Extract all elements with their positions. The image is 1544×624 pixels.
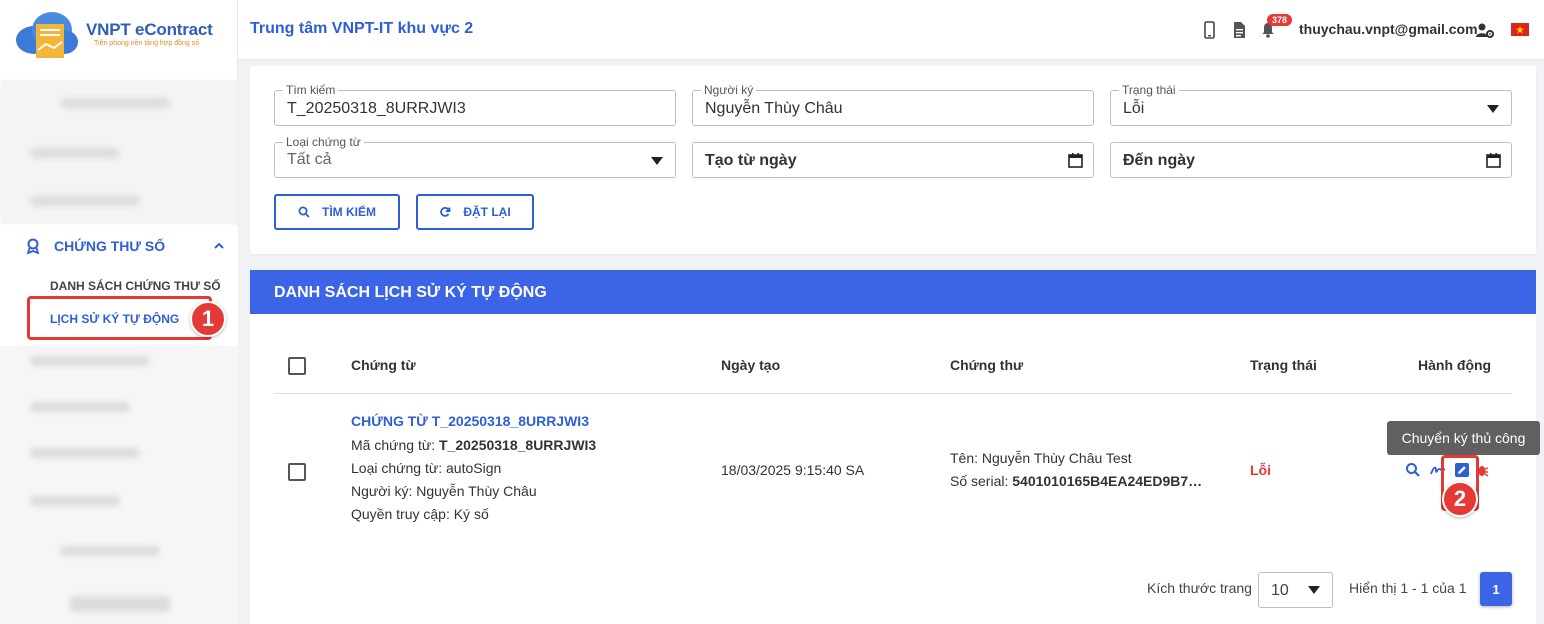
document-signer: Người ký: Nguyễn Thùy Châu — [351, 483, 537, 499]
manual-sign-tooltip: Chuyển ký thủ công — [1387, 421, 1540, 455]
search-field-label: Tìm kiếm — [283, 83, 339, 97]
step1-highlight — [27, 296, 212, 340]
refresh-icon — [440, 207, 451, 217]
menu-group-label: CHỨNG THƯ SỐ — [54, 238, 166, 254]
status-badge: Lỗi — [1250, 462, 1271, 478]
document-type: Loại chứng từ: autoSign — [351, 460, 502, 476]
row-checkbox[interactable] — [288, 463, 306, 481]
caret-down-icon — [651, 157, 663, 165]
header-divider — [274, 393, 1512, 394]
signer-field-label: Người ký — [701, 83, 757, 97]
search-button-label: TÌM KIẾM — [322, 205, 376, 219]
user-settings-icon[interactable] — [1475, 20, 1495, 40]
column-header-status: Trạng thái — [1250, 357, 1317, 373]
column-header-created[interactable]: Ngày tạo — [721, 357, 780, 373]
certificate-serial: Số serial: 5401010165B4EA24ED9B7… — [950, 473, 1203, 489]
doc-type-select-value: Tất cả — [287, 151, 332, 168]
calendar-icon[interactable] — [1486, 152, 1501, 168]
search-button[interactable]: TÌM KIẾM — [274, 194, 400, 230]
step1-badge: 1 — [190, 301, 226, 337]
page-button-1[interactable]: 1 — [1480, 572, 1512, 606]
brand-tagline: Tiên phong nền tảng hợp đồng số — [94, 40, 200, 47]
filter-panel: Tìm kiếm T_20250318_8URRJWI3 Người ký Ng… — [250, 66, 1536, 254]
step2-badge: 2 — [1442, 481, 1478, 517]
document-title-link[interactable]: CHỨNG TỪ T_20250318_8URRJWI3 — [351, 413, 589, 429]
signer-field[interactable]: Người ký Nguyễn Thùy Châu — [692, 83, 1094, 126]
column-header-certificate[interactable]: Chứng thư — [950, 357, 1023, 373]
list-title: DANH SÁCH LỊCH SỬ KÝ TỰ ĐỘNG — [250, 270, 1536, 314]
search-icon — [298, 206, 310, 218]
certificate-name: Tên: Nguyễn Thùy Châu Test — [950, 450, 1132, 466]
search-field[interactable]: Tìm kiếm T_20250318_8URRJWI3 — [274, 83, 676, 126]
pagination-range: Hiển thị 1 - 1 của 1 — [1349, 580, 1467, 596]
signer-field-value: Nguyễn Thùy Châu — [705, 100, 843, 117]
reset-button[interactable]: ĐẶT LẠI — [416, 194, 534, 230]
status-select-label: Trạng thái — [1119, 83, 1179, 97]
vietnam-flag-icon[interactable] — [1511, 23, 1529, 36]
to-date-field[interactable]: Đến ngày — [1110, 142, 1512, 178]
column-header-document[interactable]: Chứng từ — [351, 357, 416, 373]
created-date: 18/03/2025 9:15:40 SA — [721, 462, 865, 478]
blurred-menu-area-lower — [0, 346, 238, 624]
reset-button-label: ĐẶT LẠI — [463, 205, 511, 219]
from-date-field[interactable]: Tạo từ ngày — [692, 142, 1094, 178]
cloud-handshake-logo-icon — [16, 12, 78, 58]
organization-name: Trung tâm VNPT-IT khu vực 2 — [250, 20, 474, 37]
calendar-icon[interactable] — [1068, 152, 1083, 168]
history-list-panel: DANH SÁCH LỊCH SỬ KÝ TỰ ĐỘNG Chứng từ Ng… — [250, 270, 1540, 624]
status-select[interactable]: Trạng thái Lỗi — [1110, 83, 1512, 126]
document-access: Quyền truy cập: Ký số — [351, 506, 489, 522]
view-search-icon[interactable] — [1405, 462, 1421, 478]
search-field-value: T_20250318_8URRJWI3 — [287, 100, 466, 117]
status-select-value: Lỗi — [1123, 100, 1145, 117]
award-icon — [26, 238, 40, 254]
page-size-label: Kích thước trang — [1147, 580, 1252, 596]
brand-title: VNPT eContract — [86, 20, 213, 39]
blurred-menu-area — [0, 80, 238, 224]
caret-down-icon — [1487, 105, 1499, 113]
caret-down-icon — [1308, 586, 1320, 594]
document-icon[interactable] — [1231, 20, 1247, 40]
doc-type-select[interactable]: Loại chứng từ Tất cả — [274, 135, 676, 178]
column-header-actions: Hành động — [1418, 357, 1492, 373]
topbar: Trung tâm VNPT-IT khu vực 2 378 thuychau… — [238, 0, 1544, 60]
menu-group-header[interactable]: CHỨNG THƯ SỐ — [26, 238, 165, 254]
doc-type-select-label: Loại chứng từ — [283, 135, 364, 149]
page-size-select[interactable]: 10 — [1258, 572, 1333, 608]
mobile-icon[interactable] — [1201, 20, 1217, 40]
from-date-placeholder: Tạo từ ngày — [705, 152, 797, 169]
chevron-up-icon[interactable] — [214, 242, 224, 250]
to-date-placeholder: Đến ngày — [1123, 152, 1196, 169]
document-code: Mã chứng từ: T_20250318_8URRJWI3 — [351, 437, 597, 453]
page-size-value: 10 — [1271, 582, 1289, 599]
brand-logo[interactable]: VNPT eContract Tiên phong nền tảng hợp đ… — [12, 6, 232, 66]
notification-count-badge: 378 — [1267, 14, 1293, 26]
select-all-checkbox[interactable] — [288, 357, 306, 375]
user-email[interactable]: thuychau.vnpt@gmail.com — [1299, 21, 1478, 37]
sidebar-item-certificate-list[interactable]: DANH SÁCH CHỨNG THƯ SỐ — [50, 279, 221, 293]
